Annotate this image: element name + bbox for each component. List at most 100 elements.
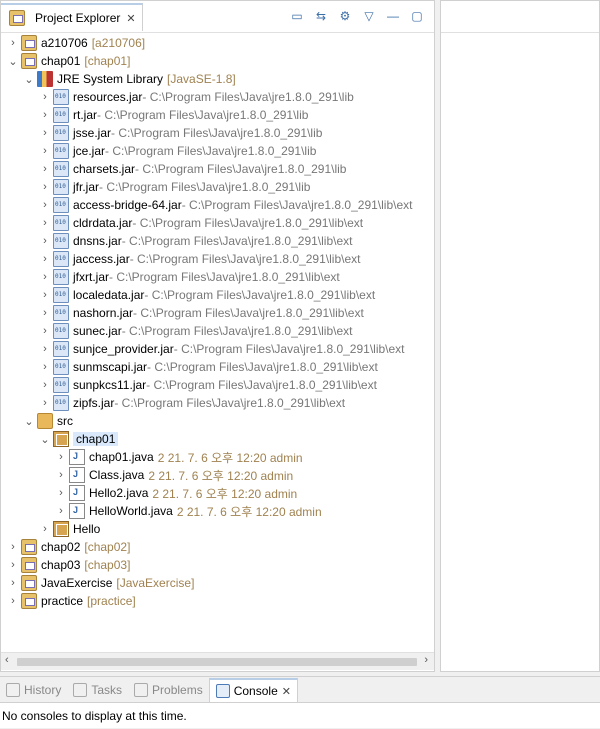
expand-icon[interactable]: › (39, 271, 51, 283)
tree-item[interactable]: › dnsns.jar - C:\Program Files\Java\jre1.… (39, 232, 352, 250)
tree-item-path: - C:\Program Files\Java\jre1.8.0_291\lib (105, 144, 317, 158)
expand-icon[interactable]: › (39, 343, 51, 355)
tree-item[interactable]: › Class.java2 21. 7. 6 오후 12:20 admin (55, 466, 293, 484)
explorer-tab-bar: Project Explorer ✕ ▭ ⇆ ⚙ ▽ — ▢ (1, 1, 434, 33)
expand-icon[interactable]: › (7, 559, 19, 571)
tree-item[interactable]: › jfr.jar - C:\Program Files\Java\jre1.8.… (39, 178, 310, 196)
expand-icon[interactable]: › (55, 451, 67, 463)
expand-icon[interactable]: › (39, 253, 51, 265)
collapse-icon[interactable]: ⌄ (23, 415, 35, 428)
project-explorer-icon (9, 10, 25, 26)
scroll-right-icon[interactable]: › (424, 654, 428, 666)
expand-icon[interactable]: › (39, 289, 51, 301)
expand-icon[interactable]: › (55, 469, 67, 481)
editor-tab-bar (441, 1, 599, 33)
expand-icon[interactable]: › (7, 37, 19, 49)
jar-icon (53, 107, 69, 123)
collapse-icon[interactable]: ⌄ (7, 55, 19, 68)
tree-item[interactable]: ⌄ chap01 (39, 430, 119, 448)
tree-item[interactable]: › chap01.java2 21. 7. 6 오후 12:20 admin (55, 448, 303, 466)
tree-item-path: - C:\Program Files\Java\jre1.8.0_291\lib… (121, 324, 353, 338)
close-icon[interactable]: ✕ (282, 685, 291, 698)
expand-icon[interactable]: › (39, 163, 51, 175)
expand-icon[interactable]: › (39, 217, 51, 229)
tree-item-path: - C:\Program Files\Java\jre1.8.0_291\lib… (121, 234, 353, 248)
tree-item-label: a210706 (41, 36, 88, 50)
tree-item[interactable]: ⌄ src (23, 412, 73, 430)
tree-item-decoration: 2 21. 7. 6 오후 12:20 admin (157, 450, 303, 465)
tree-item[interactable]: › access-bridge-64.jar - C:\Program Files… (39, 196, 412, 214)
expand-icon[interactable]: › (7, 541, 19, 553)
expand-icon[interactable]: › (39, 181, 51, 193)
tree-item[interactable]: › sunec.jar - C:\Program Files\Java\jre1.… (39, 322, 352, 340)
expand-icon[interactable]: › (39, 397, 51, 409)
expand-icon[interactable]: › (7, 577, 19, 589)
expand-icon[interactable]: › (39, 109, 51, 121)
expand-icon[interactable]: › (39, 127, 51, 139)
close-icon[interactable]: ✕ (126, 12, 135, 25)
expand-icon[interactable]: › (7, 595, 19, 607)
tree-item[interactable]: › practice [practice] (7, 592, 136, 610)
tree-item[interactable]: › sunmscapi.jar - C:\Program Files\Java\j… (39, 358, 378, 376)
expand-icon[interactable]: › (39, 145, 51, 157)
tree-item-label: chap01.java (89, 450, 154, 464)
tree-item[interactable]: › rt.jar - C:\Program Files\Java\jre1.8.0… (39, 106, 308, 124)
tree-item[interactable]: › zipfs.jar - C:\Program Files\Java\jre1.… (39, 394, 345, 412)
tab-history[interactable]: History (0, 678, 67, 702)
expand-icon[interactable]: › (39, 307, 51, 319)
tree-item[interactable]: ⌄ JRE System Library [JavaSE-1.8] (23, 70, 236, 88)
minimize-icon[interactable]: — (384, 7, 402, 25)
java-icon (69, 467, 85, 483)
tab-problems[interactable]: Problems (128, 678, 209, 702)
collapse-all-icon[interactable]: ▭ (288, 7, 306, 25)
tree-item[interactable]: › jce.jar - C:\Program Files\Java\jre1.8.… (39, 142, 316, 160)
tree-item[interactable]: › localedata.jar - C:\Program Files\Java\… (39, 286, 375, 304)
filters-icon[interactable]: ⚙ (336, 7, 354, 25)
expand-icon[interactable]: › (55, 487, 67, 499)
tree-item[interactable]: › a210706 [a210706] (7, 34, 145, 52)
tab-project-explorer[interactable]: Project Explorer ✕ (1, 3, 143, 31)
scroll-left-icon[interactable]: ‹ (5, 654, 9, 666)
tree-item[interactable]: › jaccess.jar - C:\Program Files\Java\jre… (39, 250, 360, 268)
tree-item[interactable]: › chap03 [chap03] (7, 556, 130, 574)
tree-item[interactable]: › JavaExercise [JavaExercise] (7, 574, 194, 592)
tree-item[interactable]: › sunjce_provider.jar - C:\Program Files\… (39, 340, 405, 358)
tree-item[interactable]: ⌄ chap01 [chap01] (7, 52, 130, 70)
tree-item-decoration: [a210706] (91, 36, 146, 50)
expand-icon[interactable]: › (39, 523, 51, 535)
tab-console[interactable]: Console ✕ (208, 678, 298, 702)
collapse-icon[interactable]: ⌄ (23, 73, 35, 86)
expand-icon[interactable]: › (39, 379, 51, 391)
tree-item[interactable]: › resources.jar - C:\Program Files\Java\j… (39, 88, 354, 106)
tree-item[interactable]: › cldrdata.jar - C:\Program Files\Java\jr… (39, 214, 363, 232)
tree-item[interactable]: › HelloWorld.java2 21. 7. 6 오후 12:20 admi… (55, 502, 322, 520)
link-with-editor-icon[interactable]: ⇆ (312, 7, 330, 25)
tree-item[interactable]: › chap02 [chap02] (7, 538, 130, 556)
collapse-icon[interactable]: ⌄ (39, 433, 51, 446)
tab-label: Problems (152, 683, 203, 697)
expand-icon[interactable]: › (39, 199, 51, 211)
tab-tasks[interactable]: Tasks (67, 678, 128, 702)
tree-item-label: JRE System Library (57, 72, 164, 86)
tree-item[interactable]: › nashorn.jar - C:\Program Files\Java\jre… (39, 304, 364, 322)
expand-icon[interactable]: › (39, 235, 51, 247)
horizontal-scrollbar[interactable]: ‹ › (1, 652, 434, 670)
expand-icon[interactable]: › (39, 361, 51, 373)
scrollbar-thumb[interactable] (17, 658, 417, 666)
maximize-icon[interactable]: ▢ (408, 7, 426, 25)
expand-icon[interactable]: › (55, 505, 67, 517)
project-icon (21, 35, 37, 51)
jar-icon (53, 341, 69, 357)
tree-item-path: - C:\Program Files\Java\jre1.8.0_291\lib… (132, 216, 364, 230)
tree-item[interactable]: › Hello (39, 520, 100, 538)
problems-icon (134, 683, 149, 697)
tree-item[interactable]: › sunpkcs11.jar - C:\Program Files\Java\j… (39, 376, 377, 394)
tree-item[interactable]: › jfxrt.jar - C:\Program Files\Java\jre1.… (39, 268, 340, 286)
jar-icon (53, 233, 69, 249)
tree-item[interactable]: › charsets.jar - C:\Program Files\Java\jr… (39, 160, 346, 178)
view-menu-icon[interactable]: ▽ (360, 7, 378, 25)
tree-item[interactable]: › Hello2.java2 21. 7. 6 오후 12:20 admin (55, 484, 297, 502)
expand-icon[interactable]: › (39, 325, 51, 337)
expand-icon[interactable]: › (39, 91, 51, 103)
tree-item[interactable]: › jsse.jar - C:\Program Files\Java\jre1.8… (39, 124, 322, 142)
